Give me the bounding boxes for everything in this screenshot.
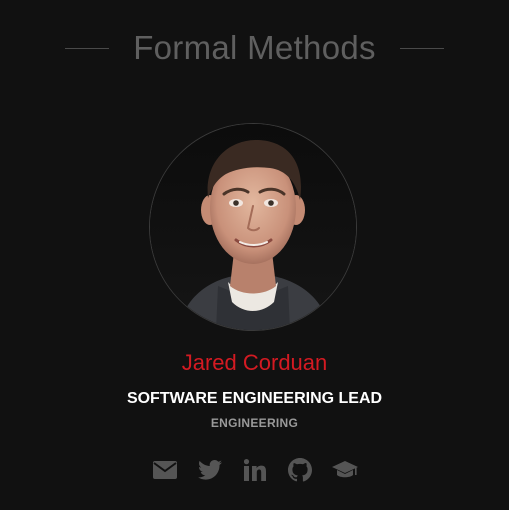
member-department: ENGINEERING	[210, 416, 299, 430]
section-header: Formal Methods	[0, 24, 509, 72]
linkedin-link[interactable]	[232, 456, 277, 484]
twitter-link[interactable]	[187, 456, 232, 484]
github-icon	[287, 458, 312, 482]
header-divider-left	[65, 47, 110, 49]
scholar-link[interactable]	[322, 456, 367, 484]
header-divider-right	[399, 47, 444, 49]
avatar	[150, 124, 356, 330]
linkedin-icon	[243, 459, 266, 481]
twitter-icon	[197, 460, 222, 480]
social-links	[0, 456, 509, 484]
envelope-icon	[152, 461, 177, 479]
team-member-page: Formal Methods Jared Corduan SOFTWARE EN…	[0, 0, 509, 510]
section-title: Formal Methods	[133, 29, 376, 66]
github-link[interactable]	[277, 456, 322, 484]
graduation-cap-icon	[331, 461, 358, 479]
member-role: SOFTWARE ENGINEERING LEAD	[126, 390, 383, 407]
email-link[interactable]	[142, 456, 187, 484]
member-name: Jared Corduan	[181, 350, 328, 375]
